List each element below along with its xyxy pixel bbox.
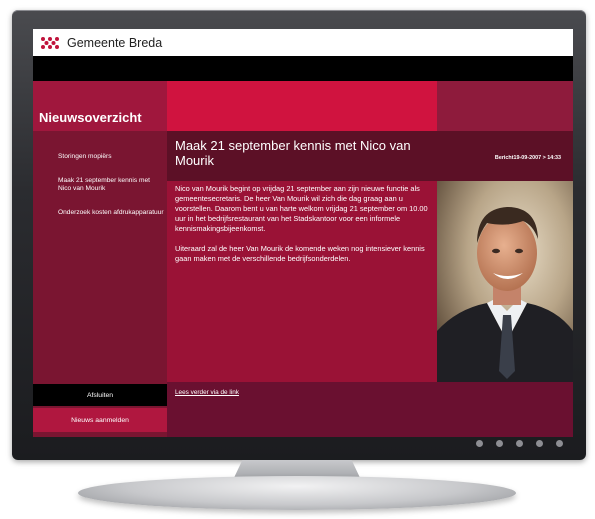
nieuws-aanmelden-button[interactable]: Nieuws aanmelden	[33, 408, 167, 432]
sidebar-item-afdrukapparatuur[interactable]: Onderzoek kosten afdrukapparatuur	[58, 209, 164, 217]
monitor-button	[476, 440, 483, 447]
monitor-base	[78, 476, 516, 510]
monitor-button	[516, 440, 523, 447]
top-nav-bar	[33, 56, 573, 81]
sidebar-menu: Storingen mopiërs Maak 21 september kenn…	[58, 153, 164, 233]
article-text: Nico van Mourik begint op vrijdag 21 sep…	[175, 184, 433, 274]
sidebar: Nieuwsoverzicht Storingen mopiërs Maak 2…	[33, 81, 167, 437]
app-title: Gemeente Breda	[67, 35, 163, 50]
read-more-link[interactable]: Lees verder via de link	[175, 389, 239, 396]
monitor-buttons	[476, 440, 563, 447]
article-footer: Lees verder via de link	[167, 382, 573, 437]
header-banner-right	[437, 81, 573, 131]
article-title-band: Maak 21 september kennis met Nico van Mo…	[167, 131, 573, 181]
sidebar-heading-label: Nieuwsoverzicht	[39, 110, 142, 125]
article-body: Nico van Mourik begint op vrijdag 21 sep…	[167, 181, 437, 382]
monitor-screen: Gemeente Breda Nieuwsoverzicht Storingen…	[33, 29, 573, 437]
sidebar-item-storingen[interactable]: Storingen mopiërs	[58, 153, 164, 161]
portrait-photo	[437, 181, 573, 382]
article-title: Maak 21 september kennis met Nico van Mo…	[175, 138, 411, 168]
article-paragraph: Uiteraard zal de heer Van Mourik de kome…	[175, 244, 425, 263]
monitor-button	[556, 440, 563, 447]
portrait-illustration	[437, 181, 573, 382]
app-header: Gemeente Breda	[33, 29, 573, 56]
article-paragraph: Nico van Mourik begint op vrijdag 21 sep…	[175, 184, 428, 233]
header-banner	[167, 81, 437, 131]
breda-coat-of-arms-icon	[41, 36, 59, 49]
monitor-button	[496, 440, 503, 447]
sidebar-item-kennismaking[interactable]: Maak 21 september kennis met Nico van Mo…	[58, 177, 164, 193]
afsluiten-button[interactable]: Afsluiten	[33, 384, 167, 406]
monitor-scene: Gemeente Breda Nieuwsoverzicht Storingen…	[0, 0, 595, 519]
sidebar-heading: Nieuwsoverzicht	[33, 81, 167, 131]
article-date: Bericht19-09-2007 > 14:33	[494, 155, 561, 161]
monitor-button	[536, 440, 543, 447]
